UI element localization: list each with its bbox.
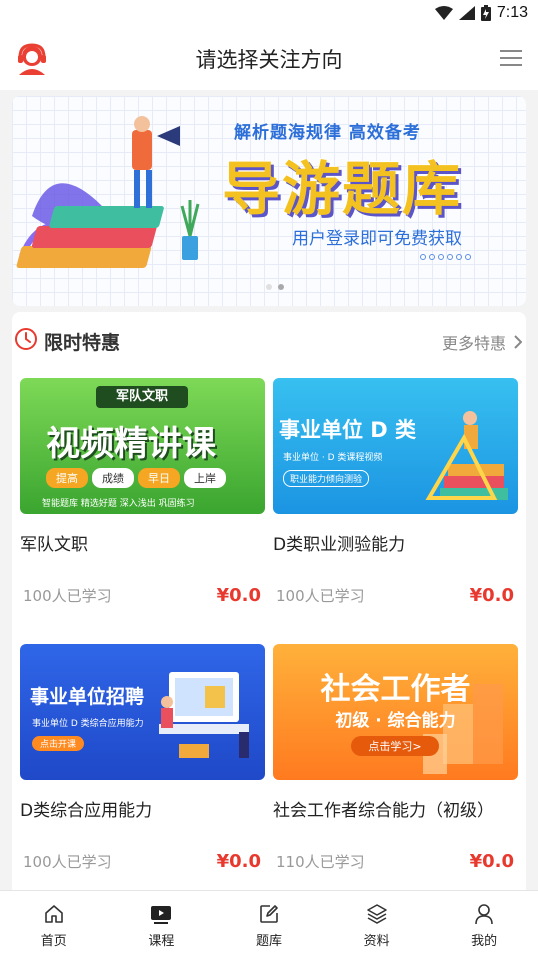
- tab-profile[interactable]: 我的: [430, 891, 538, 954]
- thumb-pill: 提高: [46, 468, 88, 488]
- thumb-title: 事业单位招聘: [30, 686, 145, 708]
- course-price: ¥0.0: [469, 585, 514, 606]
- thumb-title: 视频精讲课: [46, 424, 216, 464]
- menu-icon[interactable]: [500, 50, 522, 68]
- more-deals-label: 更多特惠: [441, 334, 506, 353]
- course-price: ¥0.0: [216, 585, 261, 606]
- tab-courses[interactable]: 课程: [108, 891, 216, 954]
- user-icon: [475, 904, 493, 925]
- bottom-tab-bar: 首页 课程 题库 资料 我的: [0, 890, 538, 954]
- course-name[interactable]: 军队文职: [20, 530, 265, 555]
- tab-label: 题库: [255, 934, 282, 949]
- thumb-button: 点击学习>: [351, 736, 439, 756]
- thumb-pill: 上岸: [184, 468, 226, 488]
- status-bar: 7:13: [0, 0, 538, 28]
- thumb-title: 事业单位 D 类: [279, 418, 417, 442]
- top-header: 请选择关注方向: [0, 28, 538, 90]
- pager-dot[interactable]: [266, 284, 272, 290]
- video-icon: [151, 906, 172, 924]
- course-name[interactable]: D类职业测验能力: [273, 530, 518, 555]
- status-time: 7:13: [496, 4, 528, 21]
- course-thumbnail[interactable]: 事业单位 D 类 事业单位 · D 类课程视频 职业能力倾向测验: [273, 378, 518, 514]
- course-card[interactable]: 社会工作者 初级 · 综合能力 点击学习> 社会工作者综合能力（初级） 110人…: [273, 644, 518, 872]
- signal-icon: [458, 6, 475, 20]
- page-title[interactable]: 请选择关注方向: [0, 44, 538, 74]
- home-icon: [44, 905, 63, 923]
- more-deals-link[interactable]: 更多特惠: [442, 330, 522, 354]
- chevron-right-icon: [514, 335, 522, 349]
- course-card[interactable]: 事业单位 D 类 事业单位 · D 类课程视频 职业能力倾向测验 D类职业测验能…: [273, 378, 518, 606]
- learner-count: 100人已学习: [23, 587, 112, 605]
- course-name[interactable]: 社会工作者综合能力（初级）: [273, 796, 518, 821]
- thumb-badge: 军队文职: [96, 386, 188, 408]
- banner-subtitle: 用户登录即可免费获取: [292, 229, 462, 249]
- thumb-line: 职业能力倾向测验: [283, 470, 370, 487]
- learner-count: 100人已学习: [23, 853, 112, 871]
- thumb-pill: 早日: [138, 468, 180, 488]
- section-header: 限时特惠 更多特惠: [12, 312, 526, 366]
- course-grid: 军队文职 视频精讲课 提高 成绩 早日 上岸 智能题库 精选好题 深入浅出 巩固…: [12, 366, 526, 890]
- tab-materials[interactable]: 资料: [323, 891, 431, 954]
- section-title: 限时特惠: [44, 332, 121, 354]
- banner-headline: 导游题库: [222, 155, 463, 223]
- tab-question-bank[interactable]: 题库: [215, 891, 323, 954]
- thumb-button: 点击开课: [32, 736, 85, 751]
- thumb-line: 事业单位 D 类综合应用能力: [32, 719, 144, 729]
- tab-label: 课程: [148, 934, 175, 949]
- clock-icon: [15, 328, 37, 350]
- learner-count: 100人已学习: [276, 587, 365, 605]
- tab-label: 我的: [471, 934, 498, 949]
- course-thumbnail[interactable]: 事业单位招聘 事业单位 D 类综合应用能力 点击开课: [20, 644, 265, 780]
- tab-label: 资料: [363, 934, 390, 949]
- battery-icon: [480, 5, 491, 21]
- course-card[interactable]: 事业单位招聘 事业单位 D 类综合应用能力 点击开课 D类综合应用能力 100人…: [20, 644, 265, 872]
- course-thumbnail[interactable]: 军队文职 视频精讲课 提高 成绩 早日 上岸 智能题库 精选好题 深入浅出 巩固…: [20, 378, 265, 514]
- layers-icon: [366, 904, 387, 924]
- course-price: ¥0.0: [216, 851, 261, 872]
- pager-dot[interactable]: [278, 284, 284, 290]
- course-card[interactable]: 军队文职 视频精讲课 提高 成绩 早日 上岸 智能题库 精选好题 深入浅出 巩固…: [20, 378, 265, 606]
- learner-count: 110人已学习: [276, 853, 365, 871]
- course-name[interactable]: D类综合应用能力: [20, 796, 265, 821]
- thumb-title: 社会工作者: [320, 672, 471, 707]
- wifi-icon: [434, 6, 453, 20]
- edit-icon: [260, 905, 278, 923]
- course-price: ¥0.0: [469, 851, 514, 872]
- thumb-pill: 成绩: [92, 468, 134, 488]
- banner-illustration: [16, 116, 200, 268]
- tab-label: 首页: [40, 934, 67, 949]
- banner-pager[interactable]: [266, 284, 284, 290]
- thumb-line: 事业单位 · D 类课程视频: [283, 453, 383, 463]
- banner-tagline: 解析题海规律 高效备考: [234, 123, 421, 143]
- thumb-illustration: [159, 672, 249, 758]
- thumb-line: 初级 · 综合能力: [335, 711, 456, 731]
- tab-home[interactable]: 首页: [0, 891, 108, 954]
- promo-banner[interactable]: 解析题海规律 高效备考 导游题库 用户登录即可免费获取: [12, 96, 526, 306]
- decorative-dots: [420, 254, 471, 260]
- thumb-footnote: 智能题库 精选好题 深入浅出 巩固练习: [42, 499, 195, 509]
- course-thumbnail[interactable]: 社会工作者 初级 · 综合能力 点击学习>: [273, 644, 518, 780]
- thumb-illustration: [425, 411, 508, 500]
